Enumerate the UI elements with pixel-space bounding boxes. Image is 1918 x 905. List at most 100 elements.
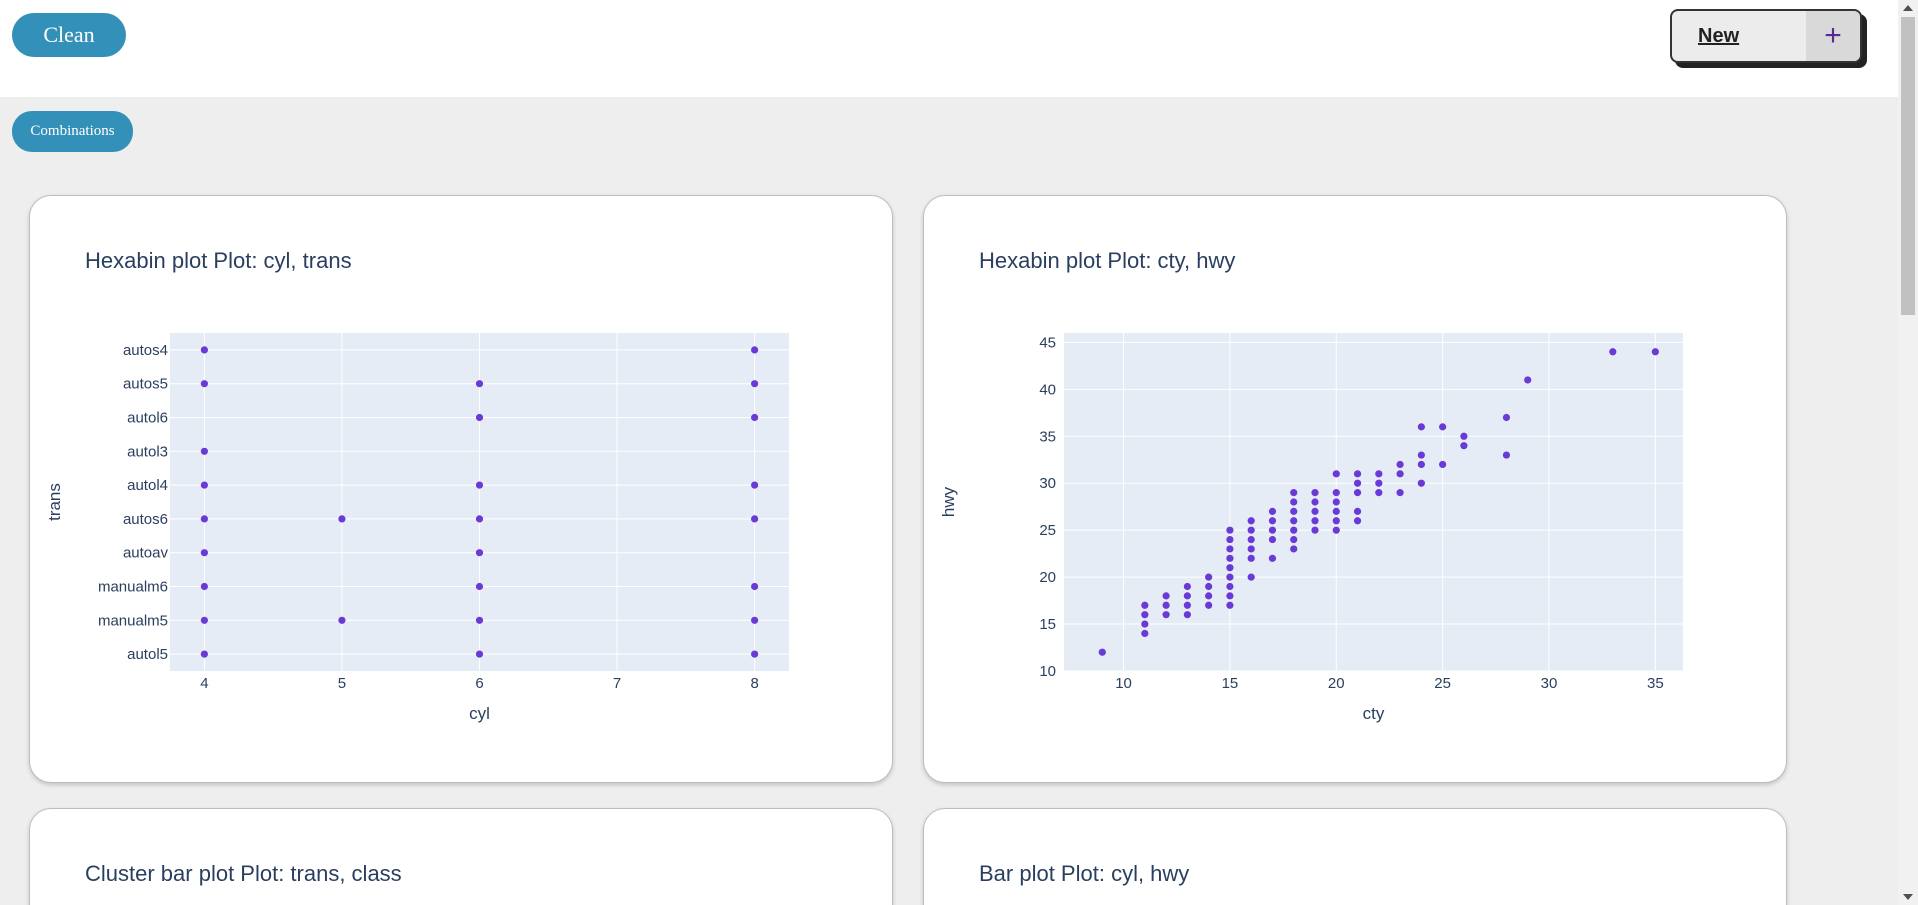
scatter-point — [1226, 545, 1234, 553]
scatter-point — [1375, 489, 1383, 497]
plus-icon[interactable]: + — [1806, 11, 1860, 61]
scatter-point — [1353, 517, 1362, 525]
scatter-point — [1460, 442, 1468, 450]
scroll-down-arrow-icon[interactable] — [1903, 894, 1913, 900]
scatter-point — [1332, 507, 1340, 515]
chart-title: Cluster bar plot Plot: trans, class — [85, 861, 402, 886]
scatter-point — [1353, 479, 1362, 487]
scatter-point — [1332, 489, 1340, 497]
y-tick-label: autos6 — [123, 511, 168, 528]
scatter-point — [1183, 611, 1191, 619]
scatter-point — [200, 346, 208, 354]
scatter-point — [751, 650, 759, 658]
scatter-point — [1162, 592, 1170, 600]
scatter-point — [1290, 517, 1298, 525]
scatter-point — [1290, 507, 1298, 515]
x-axis-label: cty — [1363, 704, 1385, 723]
scatter-point — [1268, 517, 1277, 525]
scatter-point — [1268, 535, 1277, 544]
scatter-point — [751, 481, 759, 489]
scatter-point — [1205, 582, 1213, 591]
y-tick-label: manualm5 — [98, 612, 168, 629]
y-tick-label: autol3 — [127, 443, 168, 460]
y-tick-label: 45 — [1039, 334, 1056, 351]
scatter-chart-cty-hwy[interactable]: 10 15 20 25 30 35 40 45 10 15 20 25 30 35 cty hwy — [924, 196, 1788, 784]
scatter-point — [1205, 592, 1213, 600]
scatter-point — [751, 413, 759, 422]
scatter-point — [751, 515, 759, 523]
scatter-point — [475, 582, 484, 591]
x-tick-label: 15 — [1222, 675, 1239, 692]
scatter-point — [751, 582, 759, 591]
scatter-point — [200, 515, 208, 523]
chart-card-cyl-trans: Hexabin plot Plot: cyl, trans autol5 manu… — [29, 195, 893, 783]
vertical-scrollbar[interactable] — [1898, 0, 1918, 905]
scatter-point — [1353, 470, 1362, 478]
scatter-point — [475, 650, 484, 658]
scatter-chart-cyl-trans[interactable]: autol5 manualm5 manualm6 autoav autos6 autol4… — [30, 196, 894, 784]
scatter-point — [1247, 573, 1255, 581]
scatter-point — [1332, 517, 1340, 525]
scatter-point — [200, 447, 208, 455]
scatter-point — [1417, 451, 1425, 459]
x-tick-label: 8 — [750, 675, 758, 692]
scatter-point — [1353, 489, 1362, 497]
scatter-point — [1311, 517, 1319, 525]
y-axis-label: hwy — [939, 486, 958, 517]
combinations-button[interactable]: Combinations — [12, 111, 133, 152]
scatter-point — [1290, 498, 1298, 506]
scrollbar-thumb[interactable] — [1901, 17, 1915, 315]
scatter-point — [1417, 479, 1425, 487]
scatter-point — [1396, 470, 1404, 478]
chart-card-trans-class: Cluster bar plot Plot: trans, class — [29, 808, 893, 905]
scatter-point — [1311, 498, 1319, 506]
y-tick-label: autol5 — [127, 646, 168, 663]
new-button[interactable]: New + — [1670, 9, 1862, 63]
scatter-point — [751, 616, 759, 624]
scatter-point — [1183, 592, 1191, 600]
scatter-point — [1311, 526, 1319, 534]
chart-card-cty-hwy: Hexabin plot Plot: cty, hwy 10 15 20 25 30 35… — [923, 195, 1787, 783]
scatter-point — [475, 413, 484, 422]
y-tick-label: autol6 — [127, 410, 168, 427]
scatter-point — [1375, 479, 1383, 487]
scatter-point — [1247, 526, 1255, 534]
scatter-point — [1502, 413, 1511, 422]
x-tick-label: 6 — [475, 675, 483, 692]
clean-button[interactable]: Clean — [12, 13, 126, 57]
y-tick-label: autoav — [123, 545, 169, 562]
scatter-point — [200, 650, 208, 658]
scatter-point — [475, 481, 484, 489]
x-tick-label: 20 — [1328, 675, 1345, 692]
scatter-point — [1439, 460, 1447, 469]
scatter-point — [1290, 545, 1298, 553]
scatter-point — [1311, 489, 1319, 497]
x-axis-label: cyl — [469, 704, 490, 723]
scatter-point — [1205, 601, 1213, 609]
scatter-point — [1439, 423, 1447, 431]
scatter-point — [1332, 526, 1340, 534]
scatter-point — [1311, 507, 1319, 515]
scatter-point — [1651, 348, 1659, 356]
x-tick-label: 35 — [1647, 675, 1664, 692]
y-tick-label: autos4 — [123, 342, 168, 359]
scatter-point — [1247, 545, 1255, 553]
scatter-point — [1247, 535, 1255, 544]
scatter-point — [475, 380, 484, 388]
scatter-point — [1162, 611, 1170, 619]
scatter-point — [1332, 470, 1340, 478]
scatter-point — [1268, 507, 1277, 515]
chart-title: Bar plot Plot: cyl, hwy — [979, 861, 1190, 886]
scroll-up-arrow-icon[interactable] — [1903, 5, 1913, 11]
new-button-label[interactable]: New — [1672, 11, 1806, 61]
scatter-point — [1226, 582, 1234, 591]
scatter-point — [1396, 460, 1404, 469]
scatter-point — [1332, 498, 1340, 506]
y-tick-label: autol4 — [127, 477, 168, 494]
y-tick-label: 30 — [1039, 475, 1056, 492]
scatter-point — [475, 549, 484, 557]
y-tick-label: 35 — [1039, 428, 1056, 445]
scatter-point — [1502, 451, 1511, 459]
y-tick-label: 20 — [1039, 569, 1056, 586]
x-tick-label: 4 — [200, 675, 208, 692]
